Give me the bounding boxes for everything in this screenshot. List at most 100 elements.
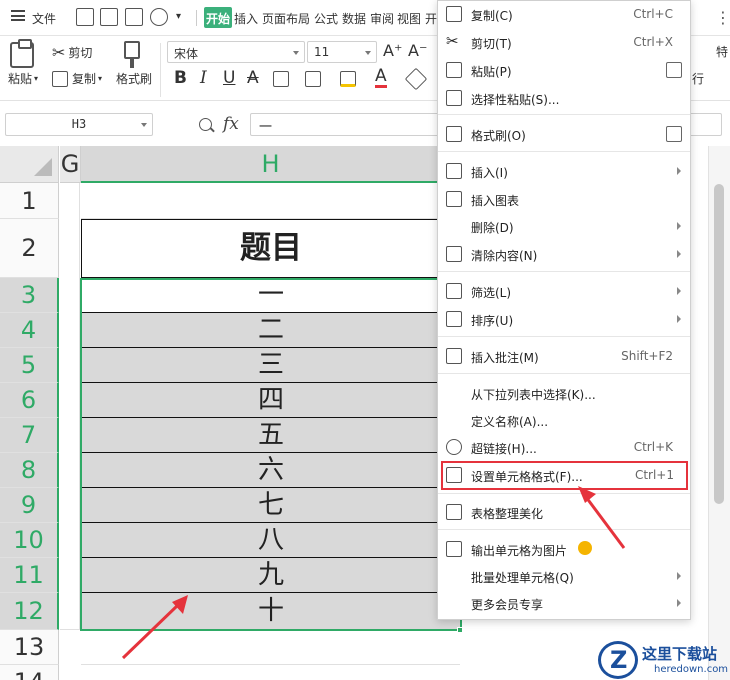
tab-insert[interactable]: 插入 bbox=[234, 10, 258, 27]
menu-item-filter[interactable]: 筛选(L) bbox=[438, 278, 690, 305]
cell-h9[interactable]: 七 bbox=[81, 488, 460, 523]
row-header[interactable]: 13 bbox=[0, 630, 59, 665]
scrollbar-thumb[interactable] bbox=[714, 184, 724, 504]
row-col-button-clipped[interactable]: 行 bbox=[692, 70, 704, 87]
strikethrough-button[interactable]: A bbox=[247, 68, 259, 88]
menu-item-format-cells[interactable]: 设置单元格格式(F)... Ctrl+1 bbox=[441, 461, 688, 490]
cell-h8[interactable]: 六 bbox=[81, 453, 460, 488]
menu-item-hyperlink[interactable]: 超链接(H)... Ctrl+K bbox=[438, 434, 690, 461]
menu-item-insert-chart[interactable]: 插入图表 bbox=[438, 186, 690, 213]
cut-button[interactable]: ✂ 剪切 bbox=[52, 43, 92, 62]
select-all-corner[interactable] bbox=[0, 146, 59, 183]
menu-item-paste[interactable]: 粘贴(P) bbox=[438, 57, 690, 84]
decrease-font-icon[interactable]: A⁻ bbox=[408, 41, 427, 60]
tab-home[interactable]: 开始 bbox=[204, 7, 233, 28]
cell-h7[interactable]: 五 bbox=[81, 418, 460, 453]
function-icon[interactable]: fx bbox=[223, 114, 239, 134]
menu-item-sort[interactable]: 排序(U) bbox=[438, 306, 690, 333]
format-brush-multi-icon[interactable] bbox=[666, 126, 682, 142]
eraser-icon[interactable] bbox=[404, 67, 428, 91]
menu-item-insert-comment[interactable]: 插入批注(M) Shift+F2 bbox=[438, 343, 690, 370]
fill-handle[interactable] bbox=[457, 627, 463, 633]
format-painter-icon[interactable] bbox=[124, 41, 140, 68]
row-header[interactable]: 12 bbox=[0, 593, 59, 630]
column-g-cells[interactable] bbox=[60, 183, 80, 630]
menu-item-delete[interactable]: 删除(D) bbox=[438, 213, 690, 240]
row-header[interactable]: 11 bbox=[0, 558, 59, 593]
row-header[interactable]: 8 bbox=[0, 453, 59, 488]
file-menu[interactable]: 文件 bbox=[32, 10, 56, 27]
row-header[interactable]: 9 bbox=[0, 488, 59, 523]
menu-item-beautify[interactable]: 表格整理美化 bbox=[438, 499, 690, 526]
underline-button[interactable]: U bbox=[223, 68, 235, 88]
fill-pattern-icon[interactable] bbox=[305, 71, 321, 87]
cell-h6[interactable]: 四 bbox=[81, 383, 460, 418]
menu-item-paste-special[interactable]: 选择性粘贴(S)... bbox=[438, 85, 690, 112]
cell-h4[interactable]: 二 bbox=[81, 313, 460, 348]
menu-item-pick-from-list[interactable]: 从下拉列表中选择(K)... bbox=[438, 380, 690, 407]
row-header[interactable]: 3 bbox=[0, 278, 59, 313]
copy-button[interactable]: 复制 ▾ bbox=[52, 70, 102, 87]
menu-item-copy[interactable]: 复制(C) Ctrl+C bbox=[438, 1, 690, 28]
menu-item-cut[interactable]: ✂ 剪切(T) Ctrl+X bbox=[438, 29, 690, 56]
font-color-button[interactable]: A bbox=[375, 68, 387, 88]
row-header[interactable]: 4 bbox=[0, 313, 59, 348]
row-header[interactable]: 1 bbox=[0, 183, 59, 219]
print-icon[interactable] bbox=[125, 8, 143, 26]
menu-item-define-name[interactable]: 定义名称(A)... bbox=[438, 407, 690, 434]
tab-view[interactable]: 视图 bbox=[397, 10, 421, 27]
italic-button[interactable]: I bbox=[200, 68, 207, 88]
export-pdf-icon[interactable] bbox=[100, 8, 118, 26]
menu-item-insert[interactable]: 插入(I) bbox=[438, 158, 690, 185]
paste-format-icon[interactable] bbox=[666, 62, 682, 78]
hamburger-menu-icon[interactable] bbox=[11, 10, 25, 21]
menu-item-clear[interactable]: 清除内容(N) bbox=[438, 241, 690, 268]
tab-formula[interactable]: 公式 bbox=[314, 10, 338, 27]
cell-h13[interactable] bbox=[81, 630, 460, 665]
row-header[interactable]: 2 bbox=[0, 219, 59, 278]
tab-data[interactable]: 数据 bbox=[342, 10, 366, 27]
zoom-icon[interactable] bbox=[199, 118, 212, 131]
cell-h5[interactable]: 三 bbox=[81, 348, 460, 383]
print-preview-icon[interactable] bbox=[150, 8, 168, 26]
paste-button[interactable]: 粘贴 ▾ bbox=[8, 70, 38, 87]
menu-item-label: 更多会员专享 bbox=[471, 598, 544, 612]
font-name-select[interactable]: 宋体 bbox=[167, 41, 305, 63]
menu-item-export-image[interactable]: 输出单元格为图片 bbox=[438, 536, 690, 563]
font-size-select[interactable]: 11 bbox=[307, 41, 377, 63]
row-header[interactable]: 5 bbox=[0, 348, 59, 383]
paste-icon[interactable] bbox=[10, 39, 34, 68]
row-header[interactable]: 10 bbox=[0, 523, 59, 558]
qa-more-icon[interactable]: ▾ bbox=[176, 11, 194, 29]
tab-page-layout[interactable]: 页面布局 bbox=[262, 10, 310, 27]
row-header[interactable]: 7 bbox=[0, 418, 59, 453]
bold-button[interactable]: B bbox=[174, 68, 187, 88]
row-header[interactable]: 6 bbox=[0, 383, 59, 418]
menu-item-member-more[interactable]: 更多会员专享 bbox=[438, 590, 690, 617]
tab-clipped[interactable]: 开 bbox=[425, 10, 437, 27]
column-header-h[interactable]: H bbox=[81, 146, 461, 183]
format-painter-button[interactable]: 格式刷 bbox=[116, 70, 152, 87]
menu-divider bbox=[438, 114, 690, 115]
more-options-icon[interactable]: ⋮ bbox=[715, 8, 730, 27]
vertical-scrollbar[interactable] bbox=[708, 146, 730, 680]
cell-h11[interactable]: 九 bbox=[81, 558, 460, 593]
column-header-g[interactable]: G bbox=[60, 146, 81, 183]
border-icon[interactable] bbox=[273, 71, 289, 87]
chevron-down-icon bbox=[141, 123, 147, 127]
name-box[interactable]: H3 bbox=[5, 113, 153, 136]
menu-item-format-painter[interactable]: 格式刷(O) bbox=[438, 121, 690, 148]
menu-item-batch-process[interactable]: 批量处理单元格(Q) bbox=[438, 563, 690, 590]
cell-h2-title[interactable]: 题目 bbox=[81, 219, 460, 278]
cell-h12[interactable]: 十 bbox=[81, 593, 460, 630]
cell-h1[interactable] bbox=[81, 183, 460, 219]
save-icon[interactable] bbox=[76, 8, 94, 26]
row-header[interactable]: 14 bbox=[0, 665, 59, 680]
fill-color-icon[interactable] bbox=[340, 71, 356, 87]
tab-review[interactable]: 审阅 bbox=[370, 10, 394, 27]
cell-h10[interactable]: 八 bbox=[81, 523, 460, 558]
cell-h3[interactable]: 一 bbox=[81, 278, 460, 313]
increase-font-icon[interactable]: A⁺ bbox=[383, 41, 402, 60]
cell-h14[interactable] bbox=[81, 665, 460, 680]
special-button-clipped[interactable]: 特 bbox=[716, 43, 728, 60]
